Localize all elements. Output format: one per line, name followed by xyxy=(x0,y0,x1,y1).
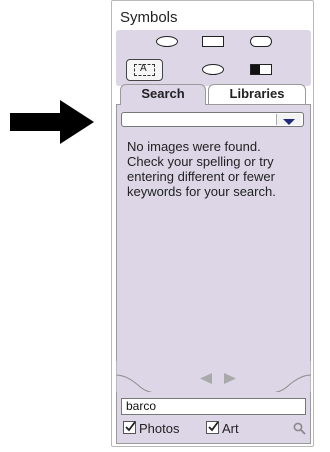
rectangle-icon[interactable] xyxy=(202,36,224,47)
panel-title: Symbols xyxy=(120,9,178,26)
no-results-message: No images were found. Check your spellin… xyxy=(127,139,276,199)
ellipse-icon[interactable] xyxy=(156,36,178,47)
tab-libraries[interactable]: Libraries xyxy=(208,84,306,104)
half-filled-rectangle-icon[interactable] xyxy=(250,64,272,75)
search-results-area: No images were found. Check your spellin… xyxy=(116,104,311,392)
art-label: Art xyxy=(222,421,239,436)
checkmark-icon xyxy=(125,421,136,432)
search-icon[interactable] xyxy=(293,422,306,435)
filter-options: Photos Art xyxy=(123,421,308,437)
lens-icon[interactable] xyxy=(202,64,224,75)
next-arrow-icon[interactable] xyxy=(224,373,237,384)
tab-search[interactable]: Search xyxy=(120,84,206,105)
results-nav xyxy=(116,361,311,395)
previous-arrow-icon[interactable] xyxy=(200,373,213,384)
photos-label: Photos xyxy=(139,421,180,436)
photos-checkbox[interactable] xyxy=(123,421,136,434)
search-dropdown[interactable] xyxy=(121,112,304,127)
symbols-panel: Symbols A Search Libraries No images wer… xyxy=(111,0,314,447)
text-box-glyph: A xyxy=(140,63,147,74)
rounded-rectangle-icon[interactable] xyxy=(250,36,272,47)
text-box-icon[interactable]: A xyxy=(126,59,163,81)
pointer-arrow-icon xyxy=(10,100,94,144)
chevron-down-icon xyxy=(283,119,295,125)
search-query-input[interactable]: barco xyxy=(121,398,306,415)
checkmark-icon xyxy=(208,421,219,432)
photos-option[interactable]: Photos xyxy=(123,421,179,436)
search-footer: barco Photos Art xyxy=(116,392,311,444)
shape-palette: A xyxy=(116,30,311,86)
art-checkbox[interactable] xyxy=(206,421,219,434)
dropdown-button[interactable] xyxy=(276,114,301,125)
art-option[interactable]: Art xyxy=(206,421,239,436)
